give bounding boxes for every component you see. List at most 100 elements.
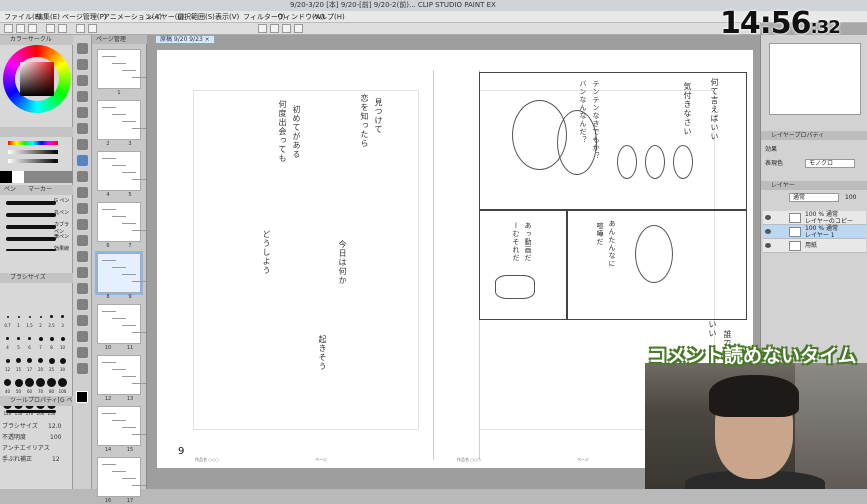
menu-page[interactable]: ページ管理(P) [62, 11, 107, 23]
page-thumbnail[interactable] [97, 49, 146, 89]
gradient-icon[interactable] [77, 267, 88, 278]
color-wheel[interactable] [3, 45, 71, 113]
brush-size-cell[interactable]: 17 [24, 354, 35, 376]
brush-g-pen[interactable] [6, 201, 56, 205]
page-thumbnail[interactable] [97, 355, 146, 395]
selection-icon[interactable] [77, 107, 88, 118]
move-icon[interactable] [77, 59, 88, 70]
brush-effect-line[interactable] [6, 249, 56, 251]
eye-icon[interactable] [765, 229, 771, 234]
menu-edit[interactable]: 編集(E) [36, 11, 60, 23]
snap-grid-icon[interactable] [270, 24, 279, 33]
brush-size-cell[interactable]: 15 [13, 354, 24, 376]
operation-icon[interactable] [77, 75, 88, 86]
ruler-icon[interactable] [77, 315, 88, 326]
balloon-icon[interactable] [77, 347, 88, 358]
snap-special-icon[interactable] [282, 24, 291, 33]
menu-help[interactable]: ヘルプ(H) [313, 11, 345, 23]
auto-select-icon[interactable] [77, 123, 88, 134]
brush-size-cell[interactable]: 60 [24, 376, 35, 398]
layer-row-selected[interactable]: 100 % 通常 レイヤー 1 [763, 225, 866, 239]
snap-ruler-icon[interactable] [258, 24, 267, 33]
brush-size-cell[interactable]: 100 [57, 376, 68, 398]
figure-icon[interactable] [77, 283, 88, 294]
brush-size-cell[interactable]: 0.7 [2, 310, 13, 332]
brush-kabura-pen[interactable] [6, 225, 56, 229]
hue-slider[interactable] [8, 141, 58, 145]
snap-guide-icon[interactable] [294, 24, 303, 33]
saturation-slider[interactable] [8, 150, 58, 154]
transform-icon[interactable] [88, 24, 97, 33]
clear-icon[interactable] [76, 24, 85, 33]
text-icon[interactable] [77, 331, 88, 342]
brush-size-cell[interactable]: 80 [46, 376, 57, 398]
brush-size-cell[interactable]: 30 [57, 354, 68, 376]
page-thumbnail[interactable] [97, 151, 146, 191]
brush-size-cell[interactable]: 50 [13, 376, 24, 398]
brush-size-cell[interactable]: 4 [2, 332, 13, 354]
color-mode-select[interactable]: モノクロ [805, 159, 855, 168]
prop-stabilization[interactable]: 手ぶれ補正 12 [2, 455, 71, 464]
brush-size-tab[interactable]: ブラシサイズ [0, 273, 73, 283]
eyedropper-icon[interactable] [77, 139, 88, 150]
eye-icon[interactable] [765, 243, 771, 248]
page-thumbnail[interactable] [97, 406, 146, 446]
layer-tab[interactable]: レイヤー [761, 181, 867, 190]
zoom-icon[interactable] [77, 43, 88, 54]
new-icon[interactable] [4, 24, 13, 33]
open-icon[interactable] [16, 24, 25, 33]
menu-view[interactable]: 表示(V) [215, 11, 239, 23]
layer-property-tab[interactable]: レイヤープロパティ [761, 131, 867, 140]
eye-icon[interactable] [765, 215, 771, 220]
brush-size-cell[interactable]: 7 [35, 332, 46, 354]
blend-icon[interactable] [77, 235, 88, 246]
brush-size-cell[interactable]: 25 [46, 354, 57, 376]
color-slider-tab[interactable] [0, 127, 73, 137]
brush-size-cell[interactable]: 3 [57, 310, 68, 332]
main-color-swatch[interactable] [76, 391, 88, 403]
brush-size-cell[interactable]: 12 [2, 354, 13, 376]
brush-size-cell[interactable]: 8 [46, 332, 57, 354]
layer-row-paper[interactable]: 用紙 [763, 239, 866, 253]
brush-icon[interactable] [77, 187, 88, 198]
color-swatches[interactable] [0, 171, 73, 183]
menu-selection[interactable]: 選択範囲(S) [177, 11, 215, 23]
value-slider[interactable] [8, 159, 58, 163]
brush-size-cell[interactable]: 1.5 [24, 310, 35, 332]
color-saturation-square[interactable] [20, 62, 54, 96]
layer-row[interactable]: 100 % 通常 レイヤーのコピー [763, 211, 866, 225]
page-thumbnail[interactable] [97, 100, 146, 140]
brush-size-cell[interactable]: 2 [35, 310, 46, 332]
brush-size-cell[interactable]: 6 [24, 332, 35, 354]
brush-size-cell[interactable]: 1 [13, 310, 24, 332]
fill-icon[interactable] [77, 251, 88, 262]
eraser-icon[interactable] [77, 219, 88, 230]
pen-icon[interactable] [77, 155, 88, 166]
color-wheel-tab[interactable]: カラーサークル [0, 35, 73, 45]
brush-size-cell[interactable]: 5 [13, 332, 24, 354]
pencil-icon[interactable] [77, 171, 88, 182]
page-thumbnail[interactable] [97, 202, 146, 242]
frame-icon[interactable] [77, 299, 88, 310]
correct-line-icon[interactable] [77, 363, 88, 374]
move-layer-icon[interactable] [77, 91, 88, 102]
brush-size-cell[interactable]: 10 [57, 332, 68, 354]
page-thumbnail[interactable] [95, 251, 146, 295]
brush-maru-pen[interactable] [6, 213, 56, 217]
brush-tab[interactable]: ペン マーカー [0, 185, 73, 195]
page-thumbnail[interactable] [97, 304, 146, 344]
tool-property-tab[interactable]: ツールプロパティ[G ペン] [0, 396, 73, 406]
page-thumbnail[interactable] [97, 457, 146, 497]
brush-size-cell[interactable]: 40 [2, 376, 13, 398]
redo-icon[interactable] [58, 24, 67, 33]
brush-tab-pen[interactable]: ペン [4, 186, 16, 193]
airbrush-icon[interactable] [77, 203, 88, 214]
prop-antialias[interactable]: アンチエイリアス [2, 444, 71, 453]
brush-size-cell[interactable]: 70 [35, 376, 46, 398]
brush-tab-marker[interactable]: マーカー [28, 186, 52, 193]
document-tab[interactable]: 原稿 9/20 9/23 × [155, 35, 215, 44]
blend-mode-select[interactable]: 通常 [789, 193, 839, 202]
brush-size-cell[interactable]: 2.5 [46, 310, 57, 332]
brush-fude-pen[interactable] [6, 237, 56, 241]
layer-opacity[interactable]: 100 [845, 193, 856, 203]
